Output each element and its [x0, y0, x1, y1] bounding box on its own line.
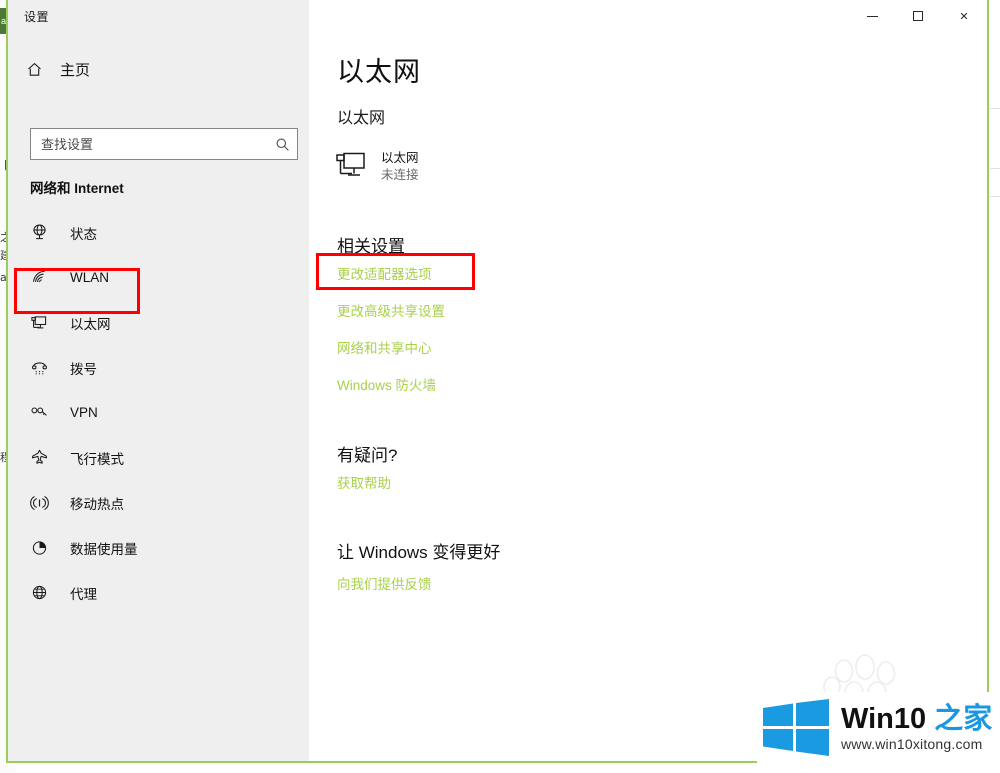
watermark: Win10 之家 www.win10xitong.com [757, 692, 1000, 764]
page-title: 以太网 [337, 57, 421, 87]
search-input[interactable] [31, 129, 267, 159]
maximize-icon [913, 11, 923, 21]
vpn-key-icon [30, 403, 60, 422]
background-divider [990, 108, 1000, 109]
sidebar-item-vpn[interactable]: VPN [8, 390, 309, 435]
sidebar-item-mobile-hotspot[interactable]: 移动热点 [8, 480, 309, 525]
ethernet-device-status: 未连接 [381, 168, 419, 182]
sidebar-item-status[interactable]: 状态 [8, 210, 309, 255]
minimize-button[interactable] [849, 0, 895, 32]
search-settings-box[interactable] [30, 128, 298, 160]
sidebar-item-label: WLAN [70, 270, 110, 285]
sidebar-item-label: 拨号 [70, 361, 97, 377]
ethernet-device-row[interactable]: 以太网 未连接 [335, 150, 419, 184]
titlebar-left-region [8, 0, 309, 32]
pie-chart-icon [30, 538, 60, 557]
sidebar-item-label: 数据使用量 [70, 541, 138, 557]
maximize-button[interactable] [895, 0, 941, 32]
home-icon [26, 61, 52, 78]
sidebar-item-label: 移动热点 [70, 496, 124, 512]
ethernet-device-name: 以太网 [381, 151, 419, 165]
window-controls: ✕ [849, 0, 987, 32]
dialup-phone-icon [30, 358, 60, 377]
background-right-panel [990, 0, 1000, 773]
ethernet-monitor-icon [335, 151, 367, 184]
settings-window: 设置 ✕ 主页 查找设置 网络和 Internet 状态 WLAN 以太网 拨号… [6, 0, 989, 763]
sidebar-item-label: 以太网 [70, 316, 111, 332]
sidebar-group-title: 网络和 Internet [30, 181, 124, 196]
ethernet-icon [30, 313, 60, 332]
background-divider [990, 196, 1000, 197]
ethernet-device-text: 以太网 未连接 [381, 150, 419, 184]
sidebar-item-dialup[interactable]: 拨号 [8, 345, 309, 390]
page-subtitle: 以太网 [337, 110, 386, 127]
link-windows-firewall[interactable]: Windows 防火墙 [337, 374, 436, 394]
close-icon: ✕ [959, 9, 969, 23]
globe-icon [30, 583, 60, 602]
background-divider [990, 168, 1000, 169]
window-title: 设置 [24, 10, 50, 24]
watermark-brand-suffix: 之家 [934, 703, 993, 735]
sidebar-item-home[interactable]: 主页 [8, 50, 309, 88]
sidebar-item-data-usage[interactable]: 数据使用量 [8, 525, 309, 570]
airplane-icon [30, 448, 60, 467]
hotspot-icon [30, 493, 60, 512]
watermark-url: www.win10xitong.com [841, 736, 983, 752]
settings-sidebar: 主页 网络和 Internet [8, 32, 309, 761]
improve-windows-heading: 让 Windows 变得更好 [337, 543, 501, 562]
windows-logo-icon [763, 699, 829, 756]
link-advanced-sharing-settings[interactable]: 更改高级共享设置 [337, 300, 445, 320]
sidebar-item-label: 代理 [70, 586, 97, 602]
sidebar-home-label: 主页 [60, 61, 91, 79]
sidebar-item-label: VPN [70, 405, 98, 420]
questions-heading: 有疑问? [337, 446, 398, 465]
sidebar-nav-list: 状态 WLAN 以太网 拨号 VPN 飞行模式 移动热点 数据使用量 代理 [8, 210, 309, 615]
wifi-icon [30, 268, 60, 287]
link-give-feedback[interactable]: 向我们提供反馈 [337, 573, 432, 593]
sidebar-item-label: 飞行模式 [70, 451, 124, 467]
settings-main-panel: 以太网 以太网 以太网 未连接 相关设置 更改适配器选项 更改高级共享设置 网络… [309, 32, 987, 761]
watermark-brand: Win10 之家 [841, 703, 992, 735]
link-change-adapter-options[interactable]: 更改适配器选项 [337, 263, 432, 283]
watermark-text: Win10 之家 www.win10xitong.com [841, 703, 992, 753]
link-network-sharing-center[interactable]: 网络和共享中心 [337, 337, 432, 357]
sidebar-item-wlan[interactable]: WLAN [8, 255, 309, 300]
link-get-help[interactable]: 获取帮助 [337, 472, 391, 492]
sidebar-item-ethernet[interactable]: 以太网 [8, 300, 309, 345]
watermark-brand-prefix: Win10 [841, 703, 935, 735]
sidebar-item-proxy[interactable]: 代理 [8, 570, 309, 615]
search-icon[interactable] [267, 137, 297, 152]
minimize-icon [866, 15, 878, 17]
sidebar-item-airplane-mode[interactable]: 飞行模式 [8, 435, 309, 480]
status-globe-icon [30, 223, 60, 242]
sidebar-item-label: 状态 [70, 226, 97, 242]
related-settings-heading: 相关设置 [337, 237, 405, 256]
window-titlebar[interactable]: 设置 ✕ [8, 0, 987, 32]
close-button[interactable]: ✕ [941, 0, 987, 32]
